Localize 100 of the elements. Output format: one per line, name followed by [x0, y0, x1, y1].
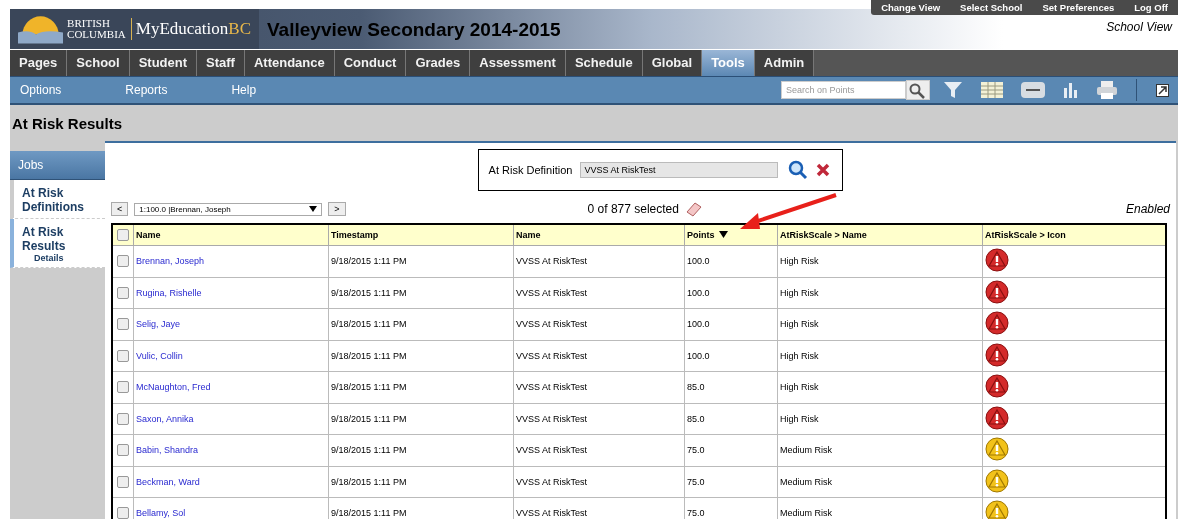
table-cell: 75.0	[687, 508, 705, 519]
student-link[interactable]: Beckman, Ward	[136, 476, 200, 487]
bar-chart-icon[interactable]	[1063, 82, 1079, 98]
nav-tab[interactable]: Student	[129, 50, 198, 76]
nav-tab[interactable]: Pages	[10, 50, 68, 76]
table-cell: VVSS At RiskTest	[516, 287, 588, 298]
print-icon[interactable]	[1097, 81, 1117, 99]
table-cell: High Risk	[780, 287, 819, 298]
column-header[interactable]: Points	[687, 230, 715, 240]
student-link[interactable]: McNaughton, Fred	[136, 382, 211, 393]
student-link[interactable]: Babin, Shandra	[136, 445, 199, 456]
nav-tab[interactable]: Admin	[754, 50, 815, 76]
close-icon[interactable]	[816, 163, 831, 177]
student-link[interactable]: Bellamy, Sol	[136, 508, 186, 519]
popout-icon[interactable]	[1156, 83, 1169, 97]
table-cell: VVSS At RiskTest	[516, 319, 588, 330]
student-link[interactable]: Vulic, Collin	[136, 350, 183, 361]
table-cell: 85.0	[687, 413, 705, 424]
table-cell: High Risk	[780, 319, 819, 330]
header-link[interactable]: Select School	[960, 2, 1023, 13]
column-header[interactable]: Timestamp	[331, 230, 379, 240]
filter-icon[interactable]	[943, 81, 963, 99]
row-checkbox[interactable]	[117, 412, 129, 425]
column-header[interactable]: Name	[136, 230, 161, 240]
table-cell: 100.0	[687, 319, 710, 330]
definition-label: At Risk Definition	[488, 164, 573, 176]
status-label: Enabled	[1125, 202, 1170, 216]
record-dropdown[interactable]: 1:100.0 |Brennan, Joseph	[134, 202, 323, 216]
student-link[interactable]: Saxon, Annika	[136, 413, 194, 424]
table-cell: 75.0	[687, 445, 705, 456]
header-link[interactable]: Change View	[881, 2, 941, 13]
table-cell: VVSS At RiskTest	[516, 413, 588, 424]
search-icon[interactable]	[788, 160, 809, 180]
row-checkbox[interactable]	[117, 444, 129, 457]
grid-icon[interactable]	[981, 82, 1003, 98]
row-checkbox[interactable]	[117, 255, 129, 268]
menu-item[interactable]: Help	[221, 83, 267, 97]
caret-icon	[309, 206, 318, 212]
table-cell: 9/18/2015 1:11 PM	[331, 413, 407, 424]
menu-item[interactable]: Reports	[115, 83, 178, 97]
table-cell: Medium Risk	[780, 476, 832, 487]
nav-tab[interactable]: Staff	[197, 50, 245, 76]
nav-tab[interactable]: School	[67, 50, 130, 76]
row-checkbox[interactable]	[117, 381, 129, 394]
next-button[interactable]: >	[328, 202, 346, 216]
nav-tab[interactable]: Schedule	[565, 50, 643, 76]
definition-field[interactable]: VVSS At RiskTest	[580, 162, 779, 178]
column-header[interactable]: AtRiskScale > Name	[780, 230, 867, 240]
sidebar-item[interactable]: At Risk Results	[22, 225, 101, 253]
header-link[interactable]: Log Off	[1134, 2, 1168, 13]
search-button[interactable]	[906, 80, 930, 100]
select-all-checkbox[interactable]	[117, 229, 129, 241]
student-link[interactable]: Selig, Jaye	[136, 319, 181, 330]
header-link[interactable]: Set Preferences	[1042, 2, 1115, 13]
selection-count: 0 of 877 selected	[587, 202, 679, 216]
table-cell: 9/18/2015 1:11 PM	[331, 350, 407, 361]
row-checkbox[interactable]	[117, 475, 129, 488]
student-link[interactable]: Brennan, Joseph	[136, 256, 205, 267]
sidebar-subitem[interactable]: Details	[22, 253, 101, 263]
table-cell: VVSS At RiskTest	[516, 508, 588, 519]
table-cell: 9/18/2015 1:11 PM	[331, 319, 407, 330]
table-cell: VVSS At RiskTest	[516, 445, 588, 456]
nav-tab[interactable]: Assessment	[470, 50, 566, 76]
search-field[interactable]: Search on Points	[781, 81, 906, 99]
row-checkbox[interactable]	[117, 318, 129, 331]
table-cell: VVSS At RiskTest	[516, 256, 588, 267]
table-cell: 100.0	[687, 350, 710, 361]
logo-text: COLUMBIA	[67, 29, 126, 40]
table-cell: 85.0	[687, 382, 705, 393]
menu-item[interactable]: Options	[10, 83, 72, 97]
nav-tab[interactable]: Grades	[406, 50, 471, 76]
table-cell: 9/18/2015 1:11 PM	[331, 476, 407, 487]
logo-text: BRITISH	[67, 18, 111, 29]
sort-descending-icon	[718, 231, 728, 238]
nav-tab[interactable]: Global	[642, 50, 703, 76]
table-cell: High Risk	[780, 256, 819, 267]
table-cell: Medium Risk	[780, 508, 832, 519]
table-cell: VVSS At RiskTest	[516, 382, 588, 393]
row-checkbox[interactable]	[117, 286, 129, 299]
page-title: At Risk Results	[11, 114, 123, 132]
table-cell: 9/18/2015 1:11 PM	[331, 445, 407, 456]
sidebar-heading: Jobs	[10, 151, 105, 180]
sidebar-item[interactable]: At Risk Definitions	[22, 186, 101, 214]
table-cell: VVSS At RiskTest	[516, 350, 588, 361]
nav-tab[interactable]: Conduct	[334, 50, 407, 76]
table-cell: High Risk	[780, 350, 819, 361]
row-checkbox[interactable]	[117, 349, 129, 362]
view-label: School View	[1105, 19, 1174, 36]
table-cell: Medium Risk	[780, 445, 832, 456]
table-cell: 100.0	[687, 287, 710, 298]
table-cell: 9/18/2015 1:11 PM	[331, 382, 407, 393]
table-cell: 9/18/2015 1:11 PM	[331, 256, 407, 267]
student-link[interactable]: Rugina, Rishelle	[136, 287, 202, 298]
table-cell: 9/18/2015 1:11 PM	[331, 508, 407, 519]
nav-tab[interactable]: Attendance	[244, 50, 335, 76]
eraser-icon[interactable]	[684, 201, 703, 217]
table-cell: High Risk	[780, 382, 819, 393]
row-checkbox[interactable]	[117, 507, 129, 519]
column-header[interactable]: Name	[516, 230, 541, 240]
previous-button[interactable]: <	[111, 202, 129, 216]
